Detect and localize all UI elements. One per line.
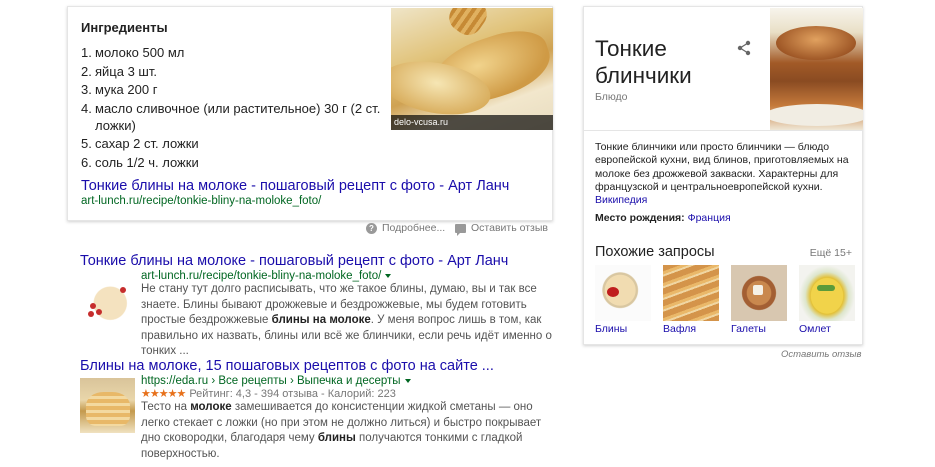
- ingredients-list: 1. молоко 500 мл 2. яйца 3 шт. 3. мука 200 …: [81, 44, 381, 172]
- panel-image[interactable]: [770, 8, 863, 130]
- result-title-link[interactable]: Блины на молоке, 15 пошаговых рецептов с…: [80, 358, 560, 374]
- result-url: https://eda.ru › Все рецепты › Выпечка и…: [141, 375, 561, 387]
- related-more-link[interactable]: Ещё 15+: [810, 247, 852, 259]
- featured-result-url: art-lunch.ru/recipe/tonkie-bliny-na-molo…: [81, 195, 322, 207]
- related-item-blini[interactable]: Блины: [595, 265, 651, 335]
- help-icon: ?: [366, 222, 377, 234]
- related-item-waffle[interactable]: Вафля: [663, 265, 719, 335]
- panel-feedback-link[interactable]: Оставить отзыв: [781, 349, 861, 360]
- panel-description: Тонкие блинчики или просто блинчики — бл…: [595, 141, 849, 207]
- share-icon[interactable]: [736, 40, 752, 56]
- divider: [584, 130, 862, 131]
- ingredient-item: 1. молоко 500 мл: [81, 45, 185, 60]
- related-searches-heading: Похожие запросы: [595, 244, 715, 260]
- result-snippet: Тесто на молоке замешивается до консисте…: [141, 401, 542, 460]
- result-snippet: Не стану тут долго расписывать, что же т…: [141, 283, 552, 357]
- omelet-image: [799, 265, 855, 321]
- birthplace-link[interactable]: Франция: [688, 212, 731, 224]
- featured-image[interactable]: delo-vcusa.ru: [391, 8, 553, 130]
- featured-snippet-card: Ингредиенты 1. молоко 500 мл 2. яйца 3 шт.…: [67, 6, 553, 221]
- related-searches-list: Блины Вафля Галеты Омлет: [595, 265, 855, 335]
- result-title-link[interactable]: Тонкие блины на молоке - пошаговый рецеп…: [80, 253, 560, 269]
- birthplace-fact: Место рождения: Франция: [595, 212, 731, 224]
- related-item-omelet[interactable]: Омлет: [799, 265, 855, 335]
- ingredient-item: 3. мука 200 г: [81, 82, 158, 97]
- ingredient-item: 4. масло сливочное (или растительное) 30 …: [81, 100, 381, 133]
- knowledge-panel: Тонкие блинчики Блюдо Тонкие блинчики ил…: [583, 6, 863, 345]
- ingredient-item: 2. яйца 3 шт.: [81, 63, 157, 79]
- result-thumbnail[interactable]: [80, 273, 135, 328]
- panel-subtitle: Блюдо: [595, 91, 628, 103]
- feedback-link[interactable]: Оставить отзыв: [455, 222, 548, 236]
- blini-image: [595, 265, 651, 321]
- ingredient-item: 5. сахар 2 ст. ложки: [81, 136, 199, 151]
- feedback-icon: [455, 223, 466, 236]
- related-item-galette[interactable]: Галеты: [731, 265, 787, 335]
- panel-title: Тонкие блинчики: [595, 36, 692, 88]
- result-url: art-lunch.ru/recipe/tonkie-bliny-na-molo…: [141, 270, 561, 282]
- url-menu-arrow-icon[interactable]: [404, 379, 411, 383]
- url-menu-arrow-icon[interactable]: [385, 274, 392, 278]
- featured-heading: Ингредиенты: [81, 20, 168, 35]
- result-rating: ★★★★★ Рейтинг: 4,3 - 394 отзыва - Калори…: [141, 387, 396, 401]
- wikipedia-link[interactable]: Википедия: [595, 194, 647, 206]
- search-result: Блины на молоке, 15 пошаговых рецептов с…: [80, 358, 560, 460]
- featured-result-link[interactable]: Тонкие блины на молоке - пошаговый рецеп…: [81, 178, 509, 194]
- search-result: Тонкие блины на молоке - пошаговый рецеп…: [80, 253, 560, 357]
- waffle-image: [663, 265, 719, 321]
- image-source-caption[interactable]: delo-vcusa.ru: [391, 115, 553, 130]
- galette-image: [731, 265, 787, 321]
- star-rating-icon: ★★★★★: [141, 388, 186, 400]
- ingredient-item: 6. соль 1/2 ч. ложки: [81, 154, 199, 170]
- result-thumbnail[interactable]: [80, 378, 135, 433]
- more-info-link[interactable]: ? Подробнее...: [366, 222, 445, 234]
